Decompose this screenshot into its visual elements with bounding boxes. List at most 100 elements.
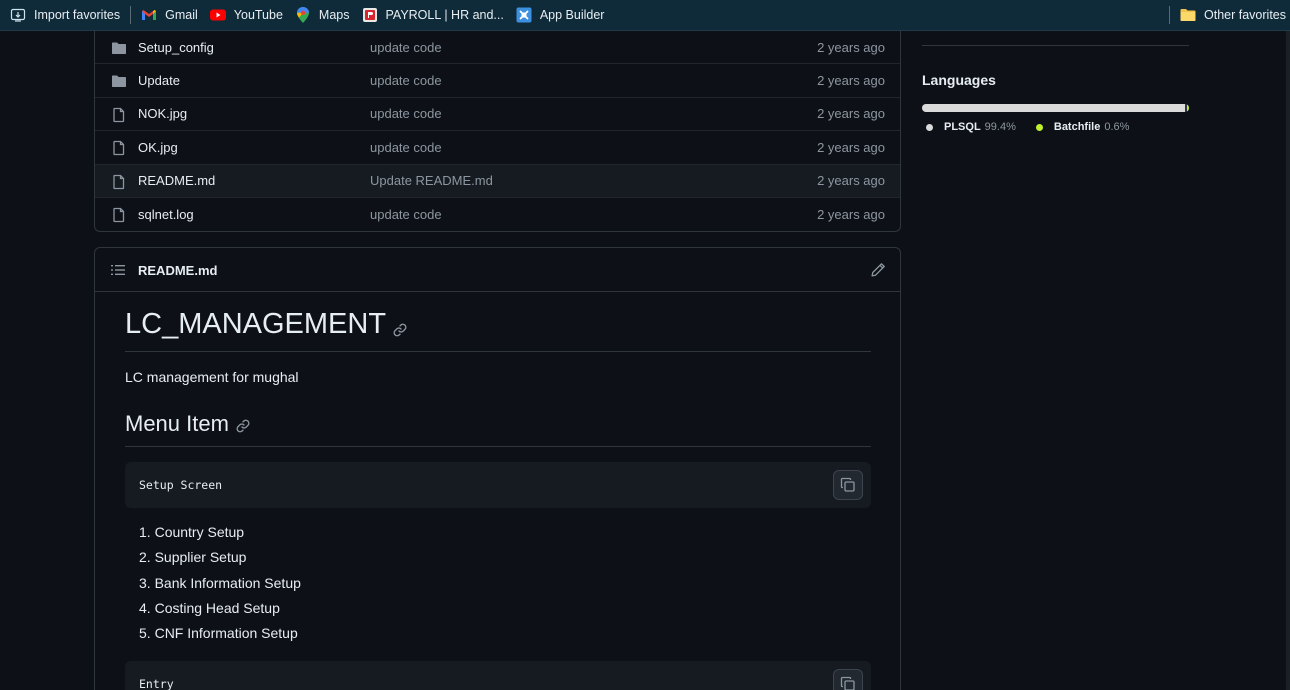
readme-paragraph: LC management for mughal [125, 369, 299, 385]
sidebar-divider [922, 45, 1189, 46]
list-item-text: CNF Information Setup [154, 625, 298, 642]
file-list: Setup_config update code 2 years ago Upd… [94, 31, 901, 232]
list-item-text: Supplier Setup [154, 549, 247, 566]
readme-heading-1: LC_MANAGEMENT [125, 308, 871, 352]
language-legend: PLSQL 99.4% Batchfile 0.6% [926, 121, 1149, 133]
bookmarks-separator [1169, 6, 1171, 24]
file-row[interactable]: NOK.jpg update code 2 years ago [95, 98, 900, 132]
file-row[interactable]: OK.jpg update code 2 years ago [95, 131, 900, 165]
import-icon [10, 7, 26, 23]
readme-content: LC_MANAGEMENT LC management for mughal M… [125, 308, 871, 690]
file-icon [111, 174, 127, 190]
gmail-icon [141, 7, 157, 23]
language-bar-segment-batchfile[interactable] [1187, 104, 1189, 112]
language-name: PLSQL [944, 121, 981, 133]
copy-button[interactable] [833, 669, 863, 690]
list-item: 5. CNF Information Setup [139, 625, 298, 642]
page-scrollbar[interactable] [1286, 31, 1290, 690]
file-name[interactable]: OK.jpg [138, 140, 178, 155]
language-percent: 0.6% [1104, 121, 1130, 133]
readme-header: README.md [95, 248, 900, 292]
folder-icon [111, 73, 127, 89]
language-name: Batchfile [1053, 121, 1101, 133]
copy-button[interactable] [833, 470, 863, 500]
file-name[interactable]: Update [138, 73, 180, 88]
file-row[interactable]: sqlnet.log update code 2 years ago [95, 198, 900, 231]
bookmark-payroll[interactable]: PAYROLL | HR and... [356, 3, 510, 27]
file-icon [111, 140, 127, 156]
payroll-icon [362, 7, 378, 23]
anchor-link-icon[interactable] [392, 322, 408, 338]
language-bar [922, 104, 1189, 112]
languages-heading: Languages [922, 72, 996, 88]
readme-panel: README.md LC_MANAGEMENT LC management fo… [94, 247, 901, 690]
app-builder-icon [516, 7, 532, 23]
language-color-dot [1035, 123, 1043, 131]
list-item-text: Bank Information Setup [154, 574, 301, 591]
copy-icon [840, 677, 855, 690]
folder-icon [1180, 7, 1196, 23]
commit-message[interactable]: update code [370, 106, 442, 121]
list-item: 3. Bank Information Setup [139, 574, 301, 591]
bookmark-label: Other favorites [1204, 8, 1286, 22]
pencil-edit-icon[interactable] [870, 262, 886, 283]
language-item-plsql[interactable]: PLSQL 99.4% [926, 121, 1016, 133]
bookmark-app-builder[interactable]: App Builder [510, 3, 611, 27]
bookmark-label: Gmail [165, 8, 198, 22]
bookmark-import-favorites[interactable]: Import favorites [4, 3, 126, 27]
commit-message[interactable]: update code [370, 73, 442, 88]
readme-heading-2: Menu Item [125, 411, 871, 447]
commit-age: 2 years ago [817, 106, 885, 122]
file-icon [111, 207, 127, 223]
list-item-text: Costing Head Setup [154, 599, 280, 616]
bookmark-maps[interactable]: Maps [289, 3, 356, 27]
commit-age: 2 years ago [817, 39, 885, 55]
readme-ordered-list: 1. Country Setup 2. Supplier Setup 3. Ba… [125, 524, 871, 650]
language-item-batchfile[interactable]: Batchfile 0.6% [1035, 121, 1130, 133]
list-item-text: Country Setup [154, 524, 245, 540]
code-block: Setup Screen [125, 462, 871, 508]
copy-icon [840, 477, 855, 492]
file-name[interactable]: README.md [138, 173, 215, 188]
bookmark-label: App Builder [539, 8, 605, 22]
code-block: Entry [125, 661, 871, 690]
file-row[interactable]: Setup_config update code 2 years ago [95, 31, 900, 65]
file-name[interactable]: NOK.jpg [138, 106, 187, 121]
bookmark-label: Import favorites [34, 8, 121, 22]
file-name[interactable]: sqlnet.log [138, 207, 194, 222]
bookmark-label: YouTube [233, 8, 283, 22]
bookmarks-bar: Import favorites Gmail YouTube Maps PAYR… [0, 0, 1290, 31]
other-favorites-group: Other favorites [1165, 3, 1288, 27]
commit-age: 2 years ago [817, 139, 885, 155]
commit-message[interactable]: update code [370, 40, 442, 55]
bookmark-gmail[interactable]: Gmail [135, 3, 204, 27]
folder-icon [111, 40, 127, 56]
commit-message[interactable]: Update README.md [370, 173, 493, 188]
bookmarks-separator [130, 6, 132, 24]
youtube-icon [209, 7, 226, 23]
file-name[interactable]: Setup_config [138, 40, 214, 55]
readme-filename[interactable]: README.md [138, 263, 217, 278]
list-item: 1. Country Setup [139, 524, 245, 540]
bookmark-other-favorites[interactable]: Other favorites [1174, 3, 1288, 27]
anchor-link-icon[interactable] [235, 418, 251, 434]
heading-text: Menu Item [125, 411, 229, 436]
maps-pin-icon [295, 7, 311, 23]
file-row[interactable]: Update update code 2 years ago [95, 64, 900, 98]
list-item: 2. Supplier Setup [139, 549, 247, 566]
commit-message[interactable]: update code [370, 140, 442, 155]
bookmark-label: Maps [318, 8, 350, 22]
language-color-dot [926, 123, 933, 131]
bookmark-label: PAYROLL | HR and... [385, 8, 504, 22]
file-row[interactable]: README.md Update README.md 2 years ago [95, 164, 900, 198]
heading-text: LC_MANAGEMENT [125, 308, 387, 340]
language-bar-segment-plsql[interactable] [922, 104, 1186, 112]
commit-message[interactable]: update code [370, 207, 442, 222]
code-text: Setup Screen [139, 478, 223, 492]
commit-age: 2 years ago [817, 173, 885, 189]
code-text: Entry [139, 677, 174, 690]
table-of-contents-icon[interactable] [110, 262, 126, 283]
list-item: 4. Costing Head Setup [139, 599, 280, 616]
commit-age: 2 years ago [817, 73, 885, 89]
bookmark-youtube[interactable]: YouTube [204, 3, 289, 27]
